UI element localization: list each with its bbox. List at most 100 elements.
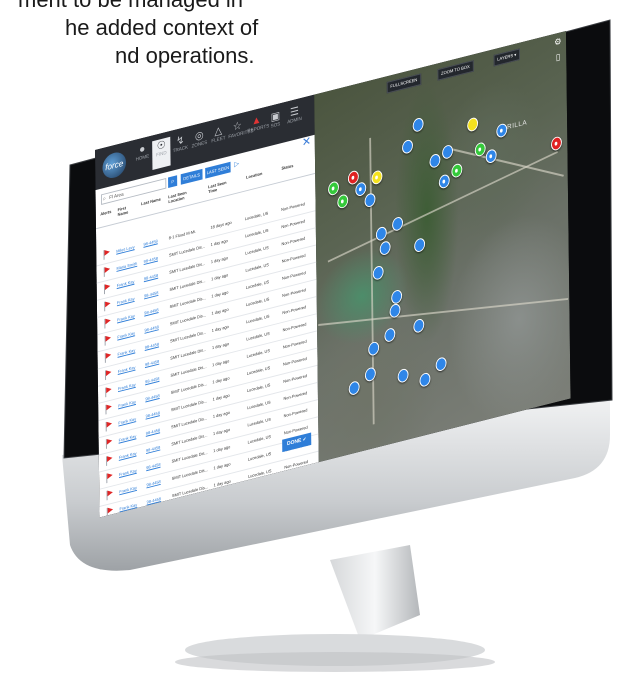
col-status[interactable]: Status — [281, 163, 293, 171]
details-button[interactable]: DETAILS — [180, 168, 203, 185]
flag-icon[interactable] — [106, 438, 110, 447]
col-last-seen-location[interactable]: Last Seen Location — [168, 187, 199, 204]
map-marker-yellow[interactable] — [467, 116, 479, 133]
flag-icon[interactable] — [107, 490, 111, 499]
nav-admin[interactable]: ☰ ADMIN — [285, 103, 303, 136]
map-marker-blue[interactable] — [435, 356, 447, 373]
map-marker-blue[interactable] — [414, 237, 426, 254]
layers-button[interactable]: LAYERS ▾ — [493, 48, 520, 67]
cell-first[interactable]: Frank Kay — [119, 485, 137, 494]
cell-last[interactable]: 98-4458 — [145, 359, 159, 367]
satellite-map[interactable]: FULLSCREEN ZOOM TO BOX LAYERS ▾ ⚙ ▯ ORIL… — [314, 31, 571, 463]
cell-last[interactable]: 98-4458 — [144, 273, 158, 281]
flag-icon[interactable] — [104, 318, 108, 327]
flag-icon[interactable] — [105, 404, 109, 413]
map-marker-blue[interactable] — [384, 326, 396, 344]
cell-first[interactable]: Frank Kay — [119, 451, 137, 460]
map-marker-blue[interactable] — [375, 225, 387, 242]
map-marker-blue[interactable] — [379, 240, 391, 257]
map-marker-blue[interactable] — [364, 366, 376, 383]
col-alerts[interactable]: Alerts — [100, 209, 111, 217]
cell-last[interactable]: 98-4458 — [146, 462, 160, 470]
close-icon[interactable]: ✕ — [302, 134, 311, 150]
col-last-name[interactable]: Last Name — [141, 197, 161, 207]
cell-first[interactable]: Maria Smith — [116, 261, 137, 271]
nav-sos[interactable]: ▣ SOS — [266, 108, 284, 141]
cell-last[interactable]: 98-4458 — [143, 239, 157, 247]
nav-find[interactable]: ☉ FIND — [152, 136, 171, 170]
col-first-name[interactable]: First Name — [118, 202, 138, 217]
cell-first[interactable]: Frank Kay — [118, 365, 136, 374]
flag-icon[interactable] — [105, 370, 109, 379]
cell-last[interactable]: 98-4458 — [144, 324, 158, 332]
nav-fleet[interactable]: △ FLEET — [209, 122, 227, 155]
cell-last[interactable]: 98-4458 — [146, 479, 160, 487]
map-marker-blue[interactable] — [419, 371, 431, 388]
nav-zones[interactable]: ◎ ZONES — [190, 127, 208, 160]
map-marker-green[interactable] — [451, 162, 463, 179]
map-marker-blue[interactable] — [397, 367, 409, 384]
flag-icon[interactable] — [104, 249, 108, 258]
map-marker-blue[interactable] — [438, 173, 450, 190]
cell-last[interactable]: 98-4458 — [146, 445, 160, 453]
flag-icon[interactable] — [105, 335, 109, 344]
cell-last[interactable]: 98-4458 — [145, 393, 159, 401]
cell-last[interactable]: 98-4458 — [145, 342, 159, 350]
cell-first[interactable]: Frank Kay — [117, 313, 135, 322]
map-marker-blue[interactable] — [412, 116, 424, 133]
cell-first[interactable]: Frank Kay — [119, 468, 137, 477]
cell-last[interactable]: 98-4458 — [144, 256, 158, 264]
phone-icon[interactable]: ▯ — [554, 51, 563, 63]
nav-reports[interactable]: ▲ REPORTS — [247, 113, 269, 146]
nav-track[interactable]: ↯ TRACK — [171, 132, 189, 165]
cell-first[interactable]: Frank Kay — [119, 434, 137, 443]
cell-first[interactable]: Miles Levy — [116, 244, 134, 253]
flag-icon[interactable] — [106, 456, 110, 465]
cell-first[interactable]: Frank Kay — [117, 279, 135, 288]
flag-icon[interactable] — [104, 301, 108, 310]
col-location[interactable]: Location — [246, 171, 262, 180]
col-last-seen-time[interactable]: Last Seen Time — [208, 178, 235, 194]
map-marker-blue[interactable] — [392, 215, 404, 232]
map-marker-red[interactable] — [550, 135, 562, 152]
map-marker-yellow[interactable] — [371, 169, 383, 186]
map-marker-blue[interactable] — [401, 138, 414, 155]
cell-first[interactable]: Frank Kay — [118, 348, 136, 357]
gear-icon[interactable]: ⚙ — [553, 36, 562, 48]
flag-icon[interactable] — [104, 284, 108, 293]
cell-last[interactable]: 98-4458 — [145, 376, 159, 384]
cell-last[interactable]: 98-4458 — [144, 307, 158, 315]
flag-icon[interactable] — [107, 507, 111, 516]
nav-home[interactable]: ● HOME — [133, 142, 151, 175]
cell-last[interactable]: 98-4458 — [146, 428, 160, 436]
flag-icon[interactable] — [104, 267, 108, 276]
map-marker-blue[interactable] — [364, 192, 376, 209]
filter-icon[interactable]: ▷ — [234, 160, 239, 169]
map-marker-blue[interactable] — [348, 380, 360, 397]
app-logo[interactable]: force — [102, 149, 127, 181]
last-seen-button[interactable]: LAST SEEN — [205, 161, 231, 179]
cell-last[interactable]: 98-4458 — [144, 290, 158, 298]
map-marker-blue[interactable] — [413, 317, 425, 334]
map-marker-green[interactable] — [328, 180, 340, 197]
map-marker-blue[interactable] — [368, 340, 380, 357]
flag-icon[interactable] — [105, 387, 109, 396]
cell-first[interactable]: Frank Kay — [117, 296, 135, 305]
map-marker-blue[interactable] — [485, 148, 497, 165]
cell-last[interactable]: 98-4458 — [146, 410, 160, 418]
map-marker-blue[interactable] — [429, 152, 441, 169]
map-marker-blue[interactable] — [442, 143, 454, 160]
nav-favorites[interactable]: ☆ FAVORITES — [228, 118, 253, 151]
flag-icon[interactable] — [105, 352, 109, 361]
cell-first[interactable]: Frank Kay — [118, 399, 136, 408]
flag-icon[interactable] — [106, 421, 110, 430]
map-marker-blue[interactable] — [372, 264, 384, 281]
flag-icon[interactable] — [106, 473, 110, 482]
map-marker-blue[interactable] — [496, 122, 508, 139]
cell-first[interactable]: Frank Kay — [117, 330, 135, 339]
fullscreen-button[interactable]: FULLSCREEN — [386, 73, 422, 94]
map-marker-blue[interactable] — [391, 288, 403, 305]
cell-first[interactable]: Frank Kay — [118, 382, 136, 391]
search-button[interactable]: ⌕ — [168, 175, 178, 189]
zoom-to-box-button[interactable]: ZOOM TO BOX — [437, 60, 474, 81]
